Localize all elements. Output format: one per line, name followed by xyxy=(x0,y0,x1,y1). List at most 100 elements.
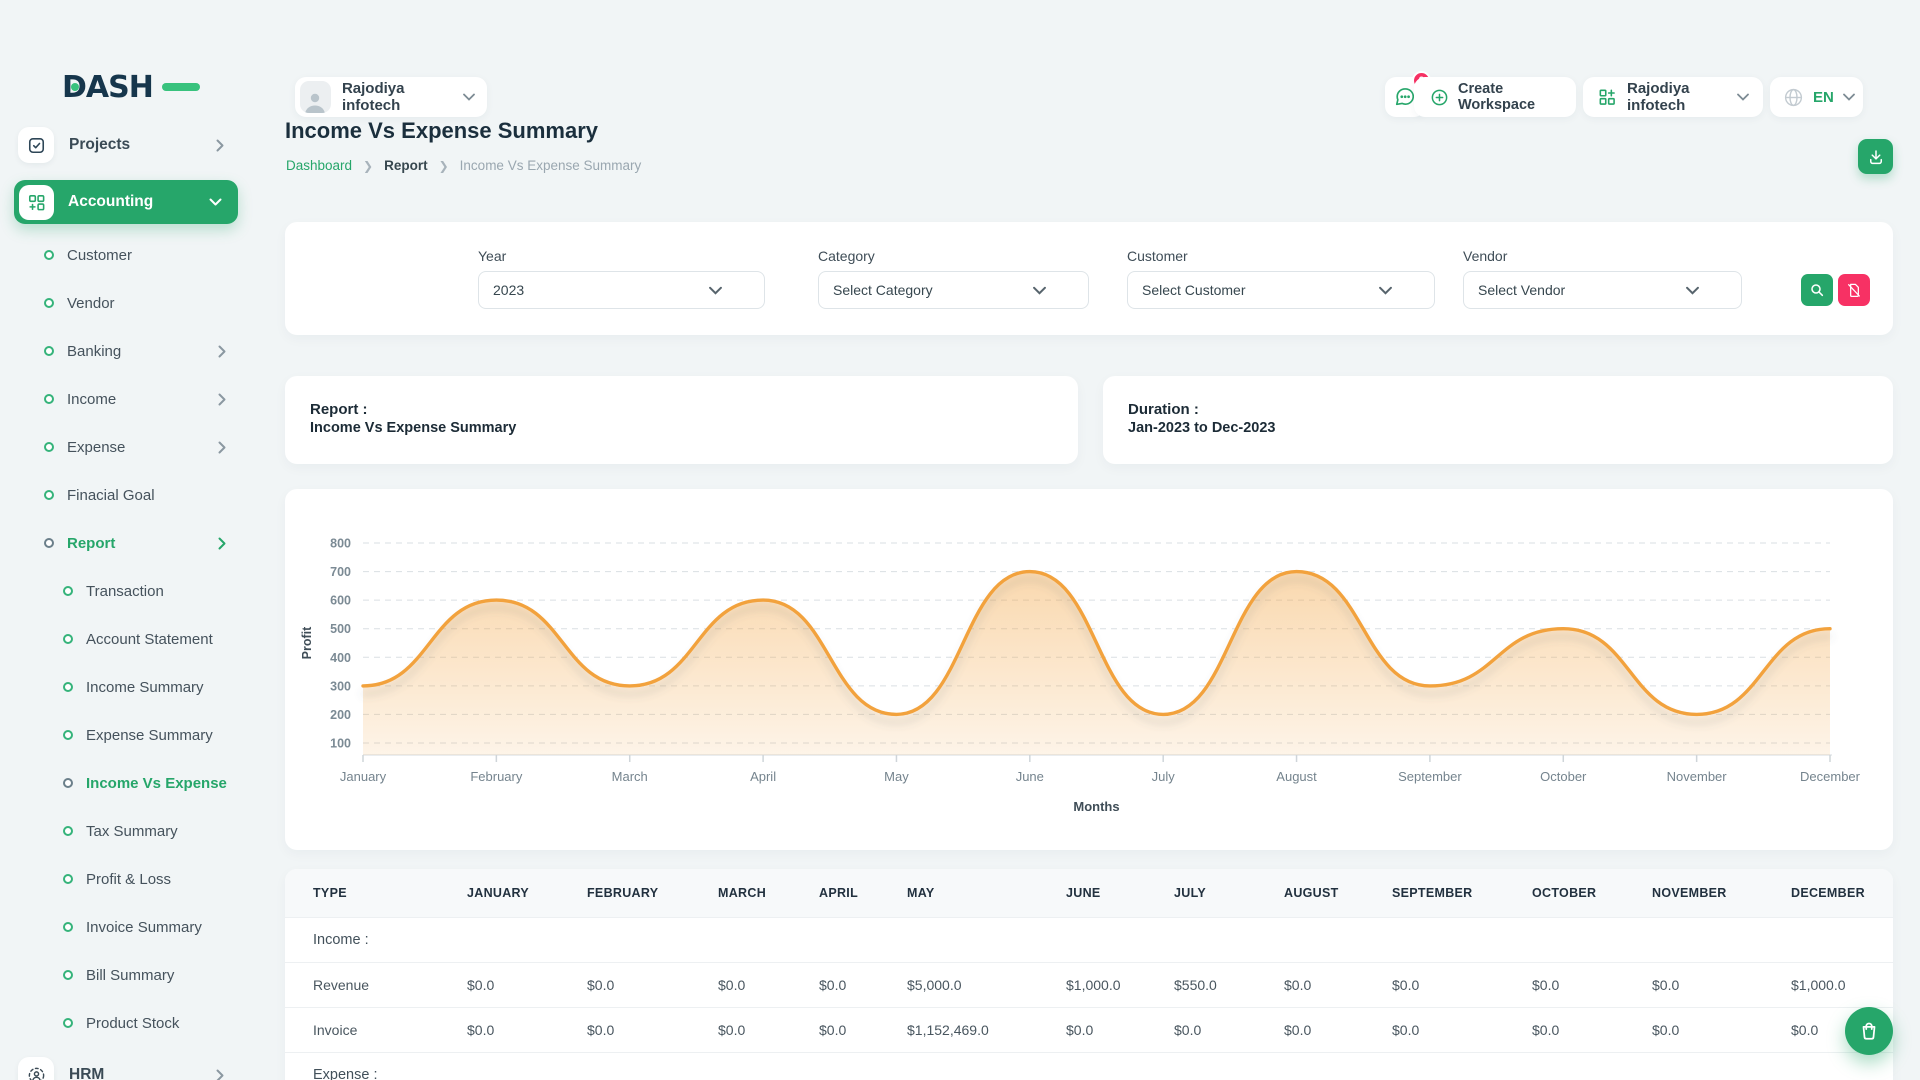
sidebar-item-projects[interactable]: Projects xyxy=(0,117,252,173)
cell-value: $0.0 xyxy=(791,963,879,1008)
customer-label: Customer xyxy=(1127,248,1188,264)
section-label: Income : xyxy=(285,918,1893,963)
category-select[interactable]: Select Category xyxy=(818,271,1089,309)
svg-text:800: 800 xyxy=(330,537,351,551)
sidebar-item-label: Account Statement xyxy=(86,631,213,648)
breadcrumb: Dashboard ❯ Report ❯ Income Vs Expense S… xyxy=(286,158,641,173)
duration-card-value: Jan-2023 to Dec-2023 xyxy=(1103,418,1893,436)
chevron-down-icon xyxy=(1843,93,1855,101)
bullet-icon xyxy=(63,1018,73,1028)
chevron-right-icon: ❯ xyxy=(363,159,373,173)
sidebar-item-bill-summary[interactable]: Bill Summary xyxy=(0,951,252,999)
sidebar-item-product-stock[interactable]: Product Stock xyxy=(0,999,252,1047)
sidebar-nav: Projects Accounting CustomerVendor Banking I… xyxy=(0,117,252,1080)
column-header-september: SEPTEMBER xyxy=(1364,869,1504,918)
bullet-icon xyxy=(63,682,73,692)
column-header-october: OCTOBER xyxy=(1504,869,1624,918)
cell-value: $0.0 xyxy=(1256,1008,1364,1053)
customer-value: Select Customer xyxy=(1142,282,1245,298)
summary-table: TYPEJANUARYFEBRUARYMARCHAPRILMAYJUNEJULY… xyxy=(285,869,1893,1080)
globe-icon xyxy=(1783,87,1804,108)
workspace-select-name: Rajodiya infotech xyxy=(1627,80,1727,114)
sidebar-item-income-vs-expense[interactable]: Income Vs Expense xyxy=(0,759,252,807)
chevron-right-icon xyxy=(218,537,226,550)
chevron-down-icon xyxy=(1686,286,1699,295)
download-button[interactable] xyxy=(1858,139,1893,174)
sidebar-item-account-statement[interactable]: Account Statement xyxy=(0,615,252,663)
reset-filter-button[interactable] xyxy=(1838,274,1870,306)
language-select[interactable]: EN xyxy=(1770,77,1863,117)
sidebar-item-expense-summary[interactable]: Expense Summary xyxy=(0,711,252,759)
table-header-row: TYPEJANUARYFEBRUARYMARCHAPRILMAYJUNEJULY… xyxy=(285,869,1893,918)
search-button[interactable] xyxy=(1801,274,1833,306)
svg-text:Profit: Profit xyxy=(300,626,314,659)
report-card: Report : Income Vs Expense Summary xyxy=(285,376,1078,464)
cell-value: $0.0 xyxy=(1146,1008,1256,1053)
svg-text:September: September xyxy=(1398,769,1462,784)
purchase-fab-button[interactable] xyxy=(1845,1007,1893,1055)
svg-text:March: March xyxy=(612,769,648,784)
svg-text:200: 200 xyxy=(330,708,351,722)
sidebar-item-banking[interactable]: Banking xyxy=(0,327,252,375)
sidebar-item-income-summary[interactable]: Income Summary xyxy=(0,663,252,711)
sidebar-item-report[interactable]: Report xyxy=(0,519,252,567)
table-body: Income :Revenue$0.0$0.0$0.0$0.0$5,000.0$… xyxy=(285,918,1893,1080)
sidebar-item-hrm[interactable]: HRM xyxy=(0,1047,252,1080)
customer-select[interactable]: Select Customer xyxy=(1127,271,1435,309)
sidebar-item-profit-loss[interactable]: Profit & Loss xyxy=(0,855,252,903)
breadcrumb-dashboard[interactable]: Dashboard xyxy=(286,158,352,173)
sidebar-item-label: Product Stock xyxy=(86,1015,179,1032)
create-workspace-button[interactable]: Create Workspace xyxy=(1414,77,1576,117)
workspace-select[interactable]: Rajodiya infotech xyxy=(1583,77,1763,117)
svg-text:April: April xyxy=(750,769,776,784)
chevron-right-icon: ❯ xyxy=(439,159,449,173)
svg-text:100: 100 xyxy=(330,737,351,751)
table-row: Income : xyxy=(285,918,1893,963)
bullet-icon xyxy=(44,298,54,308)
chevron-right-icon xyxy=(216,139,224,152)
bullet-icon xyxy=(44,250,54,260)
sidebar-item-customer[interactable]: Customer xyxy=(0,231,252,279)
row-label: Invoice xyxy=(285,1008,439,1053)
app-logo[interactable]: DASH xyxy=(62,66,202,108)
sidebar-item-label: Report xyxy=(67,535,115,552)
sidebar-item-label: Bill Summary xyxy=(86,967,174,984)
cell-value: $0.0 xyxy=(1364,1008,1504,1053)
sidebar-item-label: Banking xyxy=(67,343,121,360)
sidebar-item-transaction[interactable]: Transaction xyxy=(0,567,252,615)
duration-card: Duration : Jan-2023 to Dec-2023 xyxy=(1103,376,1893,464)
workspace-switcher[interactable]: Rajodiya infotech xyxy=(295,77,487,117)
vendor-select[interactable]: Select Vendor xyxy=(1463,271,1742,309)
cell-value: $0.0 xyxy=(690,1008,791,1053)
vendor-label: Vendor xyxy=(1463,248,1507,264)
cell-value: $0.0 xyxy=(439,963,559,1008)
svg-text:Months: Months xyxy=(1073,799,1119,814)
sidebar-item-finacial-goal[interactable]: Finacial Goal xyxy=(0,471,252,519)
sidebar-item-invoice-summary[interactable]: Invoice Summary xyxy=(0,903,252,951)
svg-text:October: October xyxy=(1540,769,1587,784)
bullet-icon xyxy=(63,634,73,644)
sidebar-item-expense[interactable]: Expense xyxy=(0,423,252,471)
cell-value: $1,000.0 xyxy=(1763,963,1893,1008)
sidebar-item-label: Income xyxy=(67,391,116,408)
year-select[interactable]: 2023 xyxy=(478,271,765,309)
sidebar-item-label: Projects xyxy=(69,136,130,154)
svg-text:400: 400 xyxy=(330,651,351,665)
sidebar-item-accounting[interactable]: Accounting xyxy=(14,180,238,224)
shopping-bag-icon xyxy=(1858,1020,1880,1042)
breadcrumb-report[interactable]: Report xyxy=(384,158,428,173)
chevron-right-icon xyxy=(218,345,226,358)
table-row: Revenue$0.0$0.0$0.0$0.0$5,000.0$1,000.0$… xyxy=(285,963,1893,1008)
bullet-icon xyxy=(63,922,73,932)
chat-icon xyxy=(1394,86,1416,108)
bullet-icon xyxy=(63,586,73,596)
column-header-july: JULY xyxy=(1146,869,1256,918)
check-square-icon xyxy=(18,127,54,163)
svg-text:700: 700 xyxy=(330,565,351,579)
sidebar-item-vendor[interactable]: Vendor xyxy=(0,279,252,327)
sidebar-item-tax-summary[interactable]: Tax Summary xyxy=(0,807,252,855)
svg-text:August: August xyxy=(1276,769,1317,784)
column-header-type: TYPE xyxy=(285,869,439,918)
sidebar-item-label: Invoice Summary xyxy=(86,919,202,936)
sidebar-item-income[interactable]: Income xyxy=(0,375,252,423)
